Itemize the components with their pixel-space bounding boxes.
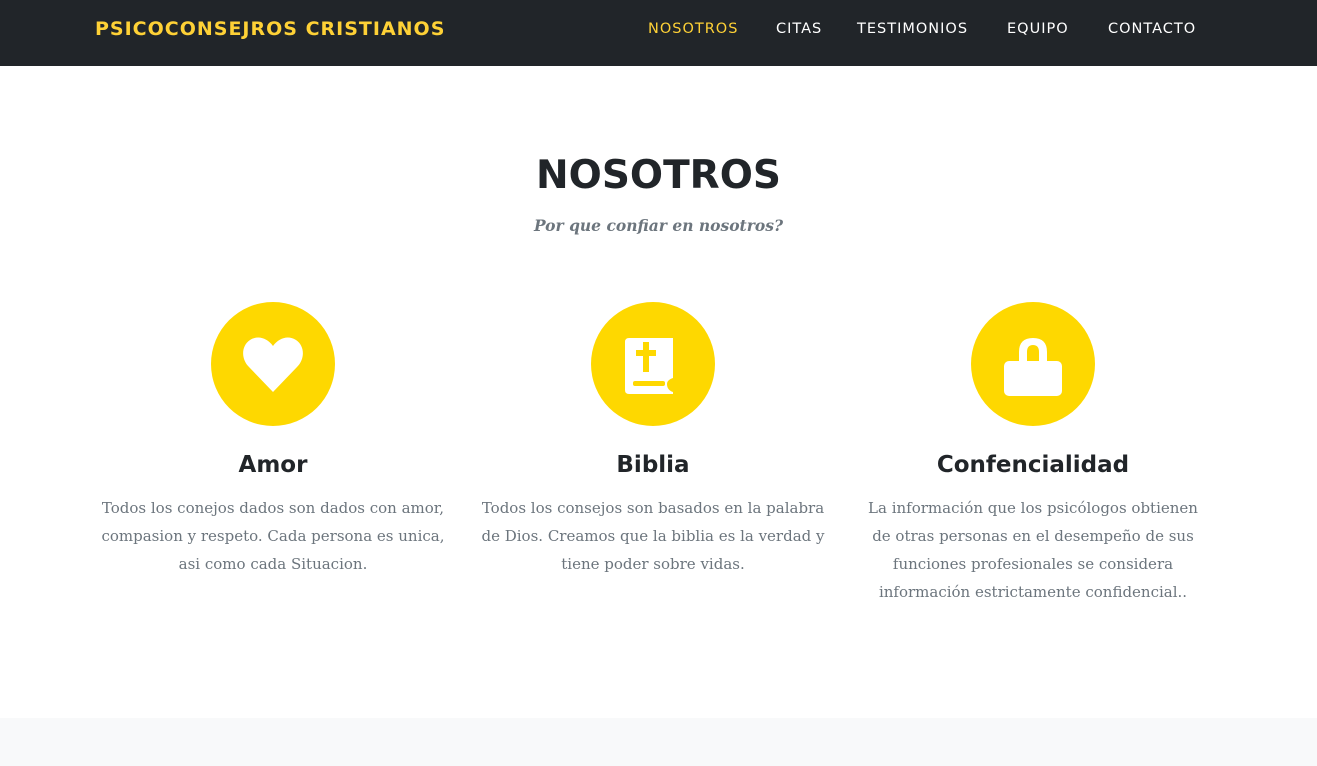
nav-item-equipo[interactable]: EQUIPO	[1007, 21, 1069, 37]
icon-circle	[211, 302, 335, 426]
bible-icon	[625, 338, 673, 394]
lock-icon	[1004, 338, 1062, 396]
section-subheading: Por que confiar en nosotros?	[533, 216, 784, 235]
nav-item-contacto[interactable]: CONTACTO	[1108, 21, 1196, 37]
feature-text: Todos los consejos son basados en la pal…	[481, 499, 825, 573]
nav-item-nosotros[interactable]: NOSOTROS	[648, 21, 738, 37]
next-section-band	[0, 718, 1317, 766]
heart-icon	[243, 337, 303, 392]
feature-text: Todos los conejos dados son dados con am…	[101, 499, 445, 573]
feature-title: Biblia	[616, 452, 690, 478]
brand-link[interactable]: PSICOCONSEJROS CRISTIANOS	[95, 18, 445, 40]
feature-title: Confencialidad	[936, 452, 1130, 478]
section-heading: NOSOTROS	[536, 153, 781, 198]
nav-item-citas[interactable]: CITAS	[776, 21, 822, 37]
feature-confencialidad: Confencialidad La información que los ps…	[858, 302, 1208, 606]
icon-circle	[971, 302, 1095, 426]
navbar: PSICOCONSEJROS CRISTIANOS NOSOTROS CITAS…	[0, 0, 1317, 66]
feature-amor: Amor Todos los conejos dados son dados c…	[98, 302, 448, 578]
icon-circle	[591, 302, 715, 426]
feature-text: La información que los psicólogos obtien…	[868, 499, 1198, 601]
feature-title: Amor	[238, 452, 308, 478]
nav-item-testimonios[interactable]: TESTIMONIOS	[857, 21, 968, 37]
feature-biblia: Biblia Todos los consejos son basados en…	[478, 302, 828, 578]
